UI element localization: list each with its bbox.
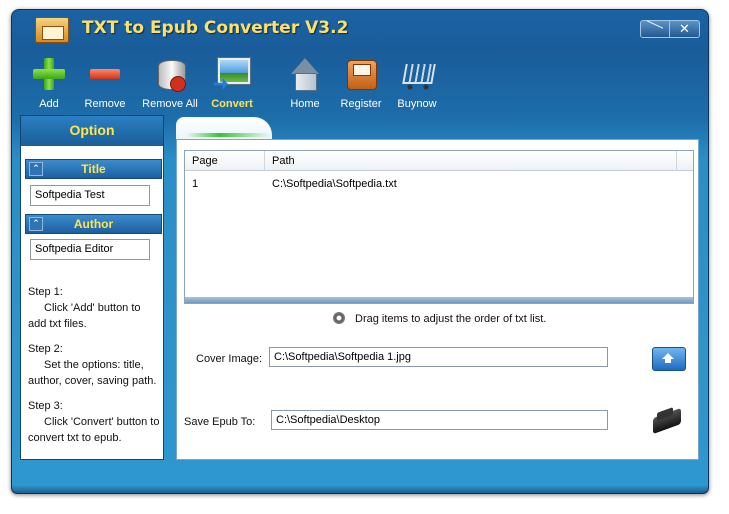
window-title: TXT to Epub Converter V3.2 — [82, 18, 349, 38]
remove-label: Remove — [84, 98, 126, 110]
browse-save-button[interactable] — [651, 407, 685, 433]
home-label: Home — [290, 98, 320, 110]
add-label: Add — [39, 98, 59, 110]
convert-label: Convert — [211, 98, 253, 110]
minimize-button[interactable] — [640, 20, 670, 38]
remove-button[interactable]: Remove — [82, 56, 128, 110]
add-button[interactable]: Add — [29, 56, 69, 110]
cover-image-input[interactable]: C:\Softpedia\Softpedia 1.jpg — [269, 347, 608, 367]
add-icon — [31, 56, 67, 92]
collapse-icon[interactable]: ⌃ — [29, 162, 43, 176]
close-button[interactable]: ✕ — [670, 20, 700, 38]
tab-accent — [186, 133, 270, 137]
toolbar: Add Remove Remove All Convert Home Regis… — [12, 50, 708, 116]
remove-all-button[interactable]: Remove All — [140, 56, 200, 110]
title-section-label: Title — [81, 162, 106, 176]
register-button[interactable]: Register — [337, 56, 385, 110]
options-panel: Option ⌃ Title Softpedia Test ⌃ Author S… — [20, 115, 164, 460]
step-heading: Step 3: — [28, 400, 63, 412]
step-heading: Step 1: — [28, 286, 63, 298]
convert-button[interactable]: Convert — [207, 56, 257, 110]
step-text: author, cover, saving path. — [28, 375, 157, 387]
column-page[interactable]: Page — [185, 151, 265, 171]
step-heading: Step 2: — [28, 343, 63, 355]
close-icon: ✕ — [679, 21, 690, 36]
main-panel: Page Path 1 C:\Softpedia\Softpedia.txt D… — [176, 117, 699, 460]
convert-icon — [214, 56, 251, 92]
collapse-icon[interactable]: ⌃ — [29, 217, 43, 231]
step-text: convert txt to epub. — [28, 432, 122, 444]
home-button[interactable]: Home — [285, 56, 325, 110]
app-logo-icon — [35, 17, 69, 43]
main-tab[interactable] — [176, 117, 272, 141]
step-text: Set the options: title, — [44, 359, 144, 371]
options-header: Option — [21, 116, 163, 146]
remove-all-icon — [152, 56, 188, 92]
step-text: add txt files. — [28, 318, 87, 330]
step-1: Step 1: Click 'Add' button to add txt fi… — [28, 284, 162, 332]
list-footer-bar — [185, 297, 693, 303]
author-section-label: Author — [73, 217, 114, 231]
drag-hint: Drag items to adjust the order of txt li… — [333, 312, 546, 325]
remove-icon — [87, 56, 123, 92]
instructions: Step 1: Click 'Add' button to add txt fi… — [28, 284, 162, 455]
column-path[interactable]: Path — [265, 151, 677, 171]
author-input[interactable]: Softpedia Editor — [30, 239, 150, 260]
app-window: TXT to Epub Converter V3.2 ✕ Add Remove … — [11, 9, 709, 494]
save-epub-input[interactable]: C:\Softpedia\Desktop — [271, 410, 608, 430]
cart-icon — [399, 56, 435, 92]
title-input[interactable]: Softpedia Test — [30, 185, 150, 206]
table-cell-page[interactable]: 1 — [185, 175, 265, 193]
author-section-bar[interactable]: ⌃ Author — [25, 214, 162, 234]
drag-hint-text: Drag items to adjust the order of txt li… — [355, 313, 547, 325]
step-2: Step 2: Set the options: title, author, … — [28, 341, 162, 389]
table-cell-path[interactable]: C:\Softpedia\Softpedia.txt — [265, 175, 565, 193]
step-3: Step 3: Click 'Convert' button to conver… — [28, 398, 162, 446]
cover-image-label: Cover Image: — [196, 353, 263, 365]
buynow-button[interactable]: Buynow — [394, 56, 440, 110]
register-icon — [343, 56, 379, 92]
title-bar: TXT to Epub Converter V3.2 ✕ — [12, 10, 708, 48]
register-label: Register — [340, 98, 382, 110]
remove-all-label: Remove All — [142, 98, 198, 110]
file-list-header: Page Path — [185, 151, 693, 171]
home-icon — [287, 56, 323, 92]
title-section-bar[interactable]: ⌃ Title — [25, 159, 162, 179]
save-epub-label: Save Epub To: — [184, 416, 256, 428]
buynow-label: Buynow — [397, 98, 437, 110]
content-area: Page Path 1 C:\Softpedia\Softpedia.txt D… — [176, 139, 699, 460]
step-text: Click 'Convert' button to — [44, 416, 160, 428]
browse-cover-button[interactable] — [652, 343, 686, 371]
file-list[interactable]: Page Path 1 C:\Softpedia\Softpedia.txt — [184, 150, 694, 304]
step-text: Click 'Add' button to — [44, 302, 141, 314]
drag-icon — [333, 312, 345, 324]
